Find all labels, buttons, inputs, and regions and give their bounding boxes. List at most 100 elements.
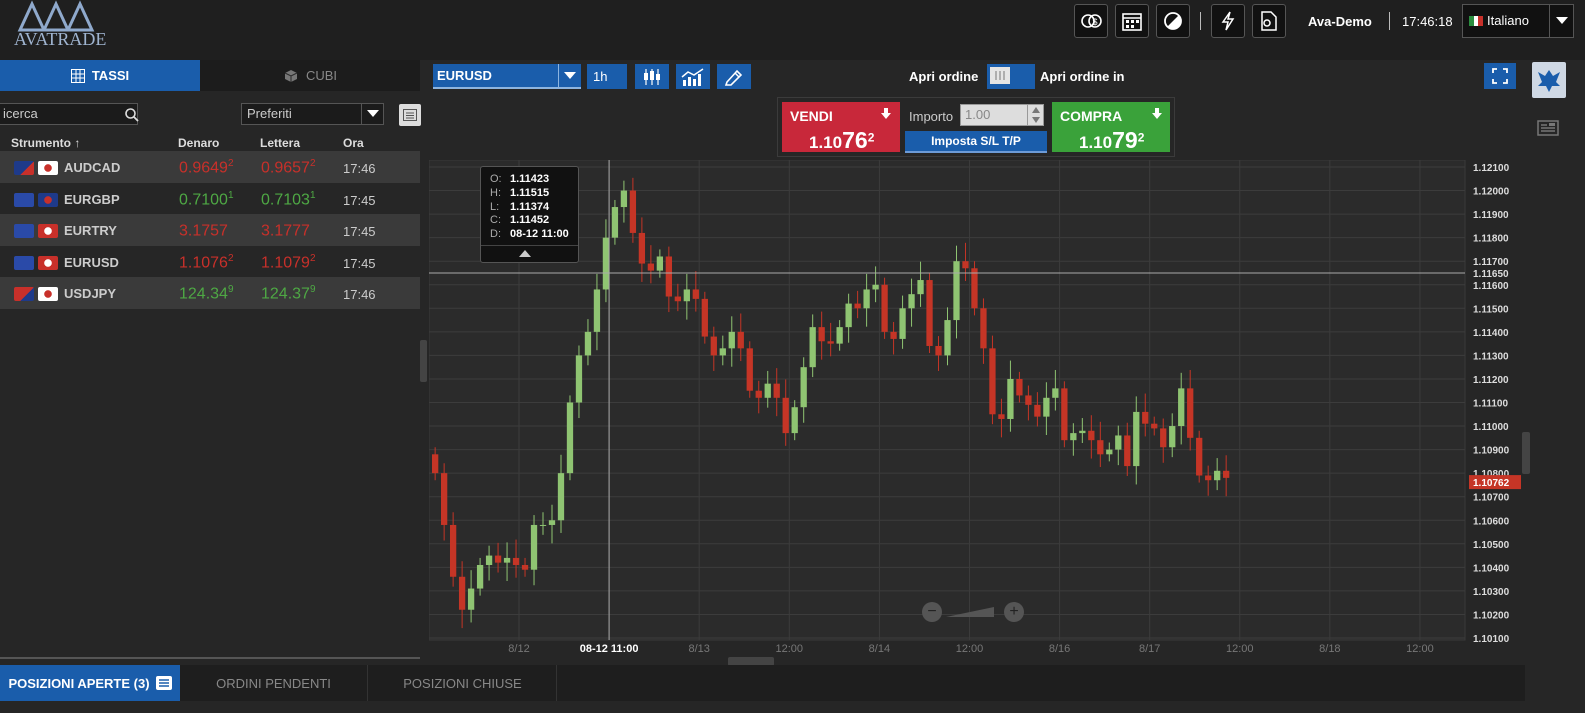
candle-body (944, 320, 951, 356)
tab-pending-orders[interactable]: ORDINI PENDENTI (180, 665, 368, 701)
candle-body (800, 367, 807, 408)
buy-button[interactable]: COMPRA 1.10792 (1052, 102, 1170, 153)
x-tick-label: 08-12 11:00 (580, 643, 639, 655)
column-header-bid[interactable]: Denaro (178, 136, 219, 150)
tab-open-positions[interactable]: POSIZIONI APERTE (3) (0, 665, 180, 701)
tooltip-open-label: O: (490, 173, 502, 185)
toolbar-divider (1200, 12, 1201, 30)
collapse-tooltip-icon[interactable] (519, 250, 531, 257)
stepper-up-icon[interactable] (1032, 107, 1040, 113)
zoom-out-button[interactable]: − (922, 602, 942, 622)
tooltip-date-value: 08-12 11:00 (510, 228, 569, 241)
search-input[interactable]: icerca (0, 103, 138, 125)
buy-price: 1.10792 (1079, 127, 1145, 153)
sell-button[interactable]: VENDI 1.10762 (782, 102, 900, 153)
open-order-toggle[interactable] (987, 64, 1035, 89)
candle-body (764, 383, 771, 398)
candle-body (557, 473, 565, 521)
y-tick-label: 1.12000 (1473, 187, 1510, 198)
list-icon (155, 676, 172, 690)
column-header-time[interactable]: Ora (343, 136, 364, 150)
filter-select-arrow[interactable] (361, 104, 384, 124)
calendar-button[interactable] (1115, 4, 1149, 38)
chart-type-button[interactable] (635, 64, 669, 89)
drawing-tools-button[interactable] (717, 64, 751, 89)
instrument-row[interactable]: USDJPY 124.349 124.379 17:46 (0, 277, 420, 310)
candle-body (1160, 428, 1167, 448)
fullscreen-button[interactable] (1484, 63, 1516, 89)
instrument-row[interactable]: EURGBP 0.71001 0.71031 17:45 (0, 183, 420, 215)
candle-body (485, 555, 493, 565)
x-tick-label: 12:00 (1406, 643, 1434, 655)
collapse-right-panel-handle[interactable] (1522, 432, 1530, 474)
logo-text: AVATRADE (14, 29, 107, 49)
candle-body (1223, 470, 1230, 478)
candle-body (656, 256, 664, 271)
zoom-slider[interactable] (946, 606, 996, 618)
chart-plot-area (429, 160, 1466, 641)
instrument-row[interactable]: AUDCAD 0.96492 0.96572 17:46 (0, 151, 420, 183)
candle-body (998, 414, 1005, 419)
quick-trade-button[interactable] (1211, 4, 1245, 38)
quote-currency-flag-icon (38, 192, 58, 207)
candle-body (1070, 433, 1077, 441)
candle-body (836, 327, 843, 344)
candle-body (809, 327, 816, 368)
stepper-down-icon[interactable] (1032, 117, 1040, 123)
candle-body (512, 557, 520, 565)
arrow-down-icon (881, 108, 891, 119)
currency-exchange-button[interactable]: $ (1074, 4, 1108, 38)
ask-price: 1.10792 (261, 252, 316, 272)
indicators-button[interactable] (676, 64, 710, 89)
candle-body (701, 298, 708, 337)
symbol-select-label: EURUSD (437, 68, 492, 83)
right-sidebar-item-news[interactable] (1536, 118, 1560, 143)
y-tick-label: 1.11900 (1473, 210, 1509, 221)
last-price-label: 1.10762 (1473, 478, 1510, 489)
symbol-select[interactable]: EURUSD (433, 64, 581, 89)
timeframe-button[interactable]: 1h (587, 64, 627, 89)
newspaper-icon (1537, 120, 1559, 136)
column-header-instrument[interactable]: Strumento ↑ (11, 136, 80, 150)
column-header-ask[interactable]: Lettera (260, 136, 300, 150)
instrument-row[interactable]: EURTRY 3.1757 3.1777 17:45 (0, 214, 420, 247)
y-tick-label: 1.10100 (1473, 634, 1510, 645)
toolbar-divider (1389, 12, 1390, 30)
quote-time: 17:45 (343, 224, 376, 240)
quote-currency-flag-icon (38, 287, 58, 302)
ask-price: 3.1777 (261, 222, 310, 240)
right-sidebar-item-trade[interactable] (1532, 62, 1566, 98)
set-sl-tp-button[interactable]: Imposta S/L T/P (905, 131, 1047, 153)
list-view-button[interactable] (399, 104, 421, 126)
language-select[interactable]: Italiano (1462, 4, 1574, 38)
fullscreen-icon (1492, 68, 1508, 84)
currency-exchange-icon: $ (1081, 14, 1102, 28)
plus-icon: + (1009, 603, 1019, 620)
y-tick-label: 1.11400 (1473, 328, 1509, 339)
cube-icon (284, 69, 298, 82)
collapse-left-panel-handle[interactable] (420, 340, 427, 382)
tooltip-date-label: D: (490, 228, 501, 241)
instrument-row[interactable]: EURUSD 1.10762 1.10792 17:45 (0, 246, 420, 278)
amount-stepper[interactable] (1027, 105, 1044, 125)
account-name[interactable]: Ava-Demo (1308, 14, 1372, 29)
candle-body (710, 336, 717, 356)
price-chart[interactable]: 1.10100 1.10200 1.10300 1.10400 1.10500 1.106… (429, 160, 1525, 660)
y-tick-label: 1.10700 (1473, 493, 1510, 504)
instrument-symbol: USDJPY (64, 286, 117, 302)
reports-button[interactable] (1252, 4, 1286, 38)
tab-closed-positions[interactable]: POSIZIONI CHIUSE (369, 665, 557, 701)
tooltip-open-value: 1.11423 (510, 173, 550, 185)
x-tick-label: 8/18 (1319, 643, 1340, 655)
candle-body (566, 402, 574, 474)
candle-body (980, 308, 987, 349)
candle-body (629, 190, 637, 233)
grid-icon (70, 68, 85, 83)
base-currency-flag-icon (14, 192, 34, 207)
tab-cubes[interactable]: CUBI (200, 60, 420, 91)
zoom-in-button[interactable]: + (1004, 602, 1024, 622)
tab-rates[interactable]: TASSI (0, 60, 200, 91)
search-icon[interactable] (125, 108, 139, 122)
candle-body (881, 284, 888, 332)
theme-toggle-button[interactable] (1156, 4, 1190, 38)
